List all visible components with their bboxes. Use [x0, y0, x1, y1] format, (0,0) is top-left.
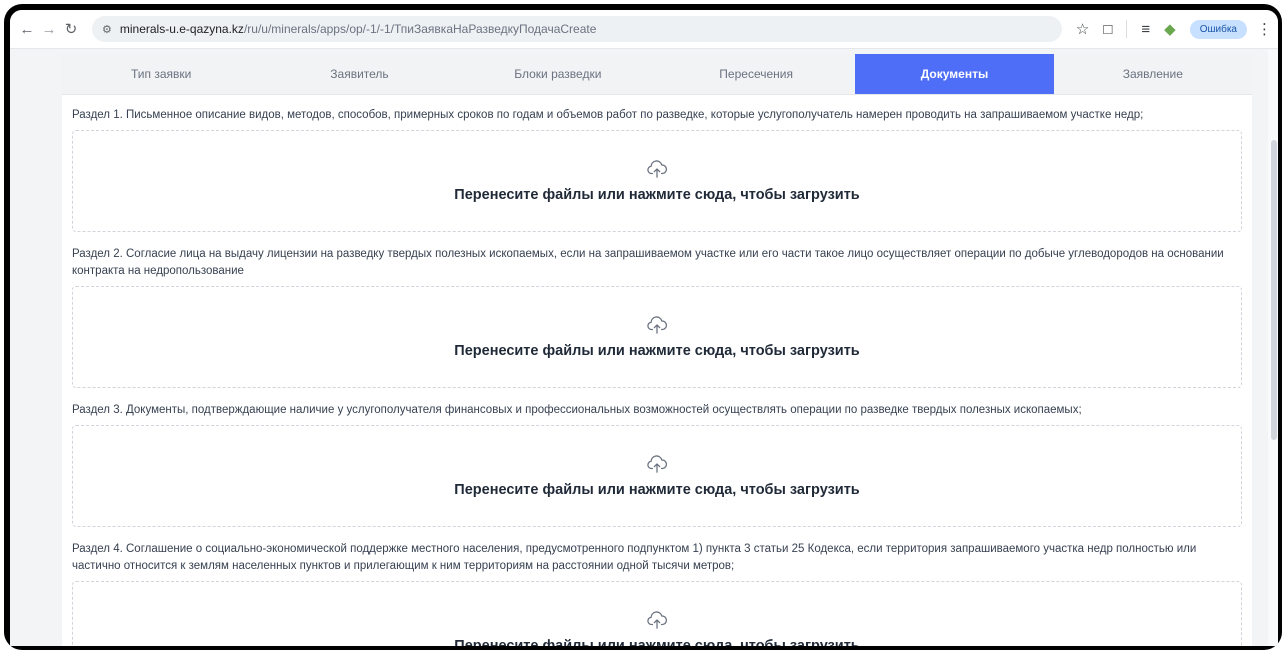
section-2-dropzone[interactable]: Перенесите файлы или нажмите сюда, чтобы… [72, 286, 1242, 388]
cloud-upload-icon [647, 160, 668, 178]
tab-applicant[interactable]: Заявитель [260, 54, 458, 94]
application-page: Тип заявки Заявитель Блоки разведки Пере… [62, 54, 1252, 646]
url-host: minerals-u.e-qazyna.kz [119, 22, 244, 36]
page-scrollbar[interactable] [1268, 50, 1278, 646]
section-1-dropzone[interactable]: Перенесите файлы или нажмите сюда, чтобы… [72, 130, 1242, 232]
address-bar[interactable]: ⚙ minerals-u.e-qazyna.kz/ru/u/minerals/a… [92, 16, 1062, 42]
tab-intersections[interactable]: Пересечения [657, 54, 855, 94]
url-text: minerals-u.e-qazyna.kz/ru/u/minerals/app… [120, 22, 597, 36]
screenshot-frame: ← → ↻ ⚙ minerals-u.e-qazyna.kz/ru/u/mine… [4, 4, 1282, 650]
toolbar-icons: ☆ □ ≡ ◆ Ошибка ⋮ [1076, 19, 1272, 39]
url-path: /ru/u/minerals/apps/op/-1/-1/ТпиЗаявкаНа… [243, 22, 597, 36]
extension-icon[interactable]: ◆ [1164, 20, 1176, 38]
cloud-upload-icon [647, 316, 668, 334]
section-3-dropzone[interactable]: Перенесите файлы или нажмите сюда, чтобы… [72, 425, 1242, 527]
browser-window: ← → ↻ ⚙ minerals-u.e-qazyna.kz/ru/u/mine… [10, 10, 1278, 646]
wizard-tabs: Тип заявки Заявитель Блоки разведки Пере… [62, 54, 1252, 95]
section-4-text: Раздел 4. Соглашение о социально-экономи… [72, 543, 1197, 572]
scrollbar-thumb[interactable] [1271, 140, 1277, 440]
dropzone-label: Перенесите файлы или нажмите сюда, чтобы… [454, 638, 860, 646]
cloud-upload-icon [647, 611, 668, 629]
browser-toolbar: ← → ↻ ⚙ minerals-u.e-qazyna.kz/ru/u/mine… [10, 10, 1278, 49]
tab-exploration-blocks[interactable]: Блоки разведки [459, 54, 657, 94]
dropzone-label: Перенесите файлы или нажмите сюда, чтобы… [454, 187, 860, 203]
extensions-icon[interactable]: □ [1103, 21, 1112, 38]
reload-icon[interactable]: ↻ [60, 18, 82, 40]
dropzone-label: Перенесите файлы или нажмите сюда, чтобы… [454, 343, 860, 359]
menu-icon[interactable]: ⋮ [1257, 20, 1272, 38]
tab-statement[interactable]: Заявление [1054, 54, 1252, 94]
tab-documents[interactable]: Документы [855, 54, 1054, 94]
toolbar-divider [1126, 20, 1128, 38]
arrow-left-icon[interactable]: ← [16, 18, 38, 40]
section-3-text: Раздел 3. Документы, подтверждающие нали… [72, 404, 1082, 416]
section-1-text: Раздел 1. Письменное описание видов, мет… [72, 109, 1144, 121]
section-4-dropzone[interactable]: Перенесите файлы или нажмите сюда, чтобы… [72, 581, 1242, 646]
site-info-icon[interactable]: ⚙ [102, 23, 112, 36]
cloud-upload-icon [647, 455, 668, 473]
section-2-text: Раздел 2. Согласие лица на выдачу лиценз… [72, 248, 1224, 277]
dropzone-label: Перенесите файлы или нажмите сюда, чтобы… [454, 482, 860, 498]
reading-list-icon[interactable]: ≡ [1141, 21, 1150, 38]
star-icon[interactable]: ☆ [1076, 20, 1089, 38]
arrow-right-icon[interactable]: → [38, 18, 60, 40]
error-button[interactable]: Ошибка [1189, 19, 1247, 39]
tab-request-type[interactable]: Тип заявки [62, 54, 260, 94]
documents-content: Раздел 1. Письменное описание видов, мет… [62, 95, 1252, 646]
